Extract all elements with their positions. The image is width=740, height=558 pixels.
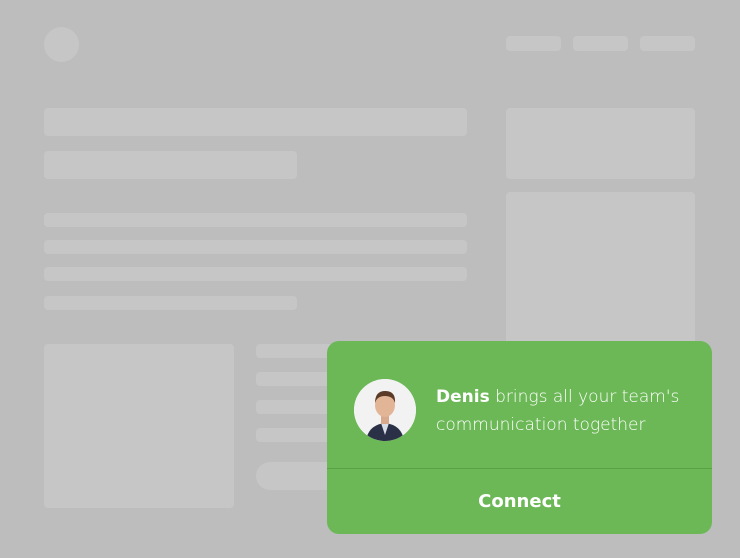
- logo-placeholder: [44, 27, 79, 62]
- card-message: Denis brings all your team's communicati…: [436, 383, 696, 439]
- connect-button[interactable]: Connect: [327, 469, 712, 534]
- sidebar-placeholder-1: [506, 108, 695, 179]
- connect-card: Denis brings all your team's communicati…: [327, 341, 712, 534]
- nav-placeholder-2: [573, 36, 628, 51]
- heading-placeholder-1: [44, 108, 467, 136]
- text-line-placeholder-3: [44, 267, 467, 281]
- text-line-placeholder-2: [44, 240, 467, 254]
- nav-placeholder-1: [506, 36, 561, 51]
- list-line-placeholder-2: [256, 372, 336, 386]
- sidebar-placeholder-2: [506, 192, 695, 352]
- person-avatar-icon: [354, 379, 416, 441]
- text-line-placeholder-1: [44, 213, 467, 227]
- image-placeholder: [44, 344, 234, 508]
- list-line-placeholder-1: [256, 344, 336, 358]
- list-line-placeholder-4: [256, 428, 336, 442]
- connect-button-label: Connect: [478, 491, 561, 512]
- list-line-placeholder-3: [256, 400, 336, 414]
- nav-placeholder-3: [640, 36, 695, 51]
- card-name: Denis: [436, 387, 490, 407]
- heading-placeholder-2: [44, 151, 297, 179]
- text-line-placeholder-4: [44, 296, 297, 310]
